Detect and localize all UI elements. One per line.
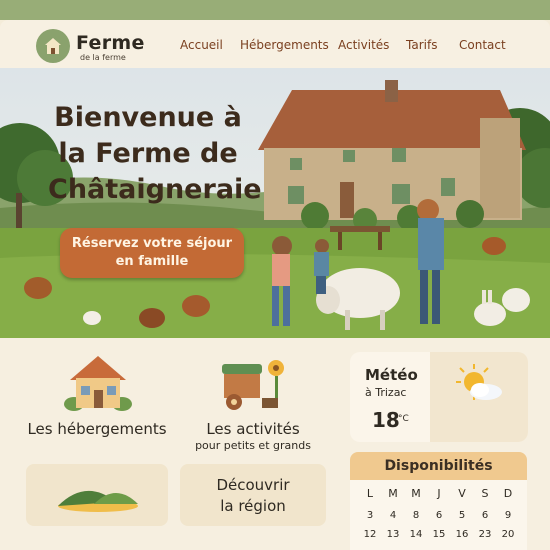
landscape-tile[interactable]	[26, 464, 168, 526]
cart-flower-icon	[222, 360, 284, 410]
weather-location: à Trizac	[365, 386, 407, 399]
calendar-day[interactable]: 14	[406, 529, 426, 540]
brand-subtitle: de la ferme	[80, 53, 126, 62]
lodging-label: Les hébergements	[27, 420, 167, 438]
calendar-day[interactable]: 6	[429, 510, 449, 521]
brand-title[interactable]: Ferme	[76, 32, 145, 54]
farm-logo-icon[interactable]	[36, 29, 70, 63]
nav-hebergements[interactable]: Hébergements	[240, 38, 329, 52]
activities-sublabel: pour petits et grands	[195, 439, 311, 452]
nav-accueil[interactable]: Accueil	[180, 38, 223, 52]
weather-temperature: 18	[372, 408, 400, 432]
hero-title-line-3: Châtaigneraie	[48, 174, 262, 205]
calendar-day[interactable]: 5	[452, 510, 472, 521]
weather-title: Météo	[365, 366, 418, 384]
activities-label: Les activités	[206, 420, 300, 438]
availability-header: Disponibilités	[350, 452, 527, 480]
discover-region-card[interactable]: Découvrir la région	[180, 464, 326, 526]
calendar-day[interactable]: 20	[498, 529, 518, 540]
day-of-week: J	[437, 487, 441, 500]
availability-title: Disponibilités	[384, 458, 493, 474]
hero-title-line-1: Bienvenue à	[54, 102, 242, 133]
activities-card[interactable]: Les activités pour petits et grands	[178, 348, 328, 458]
hero-section: Bienvenue à la Ferme de Châtaigneraie Ré…	[0, 68, 550, 338]
day-of-week: L	[366, 487, 374, 500]
calendar-day[interactable]: 13	[383, 529, 403, 540]
lodging-card[interactable]: Les hébergements	[22, 348, 172, 448]
calendar-day[interactable]: 23	[475, 529, 495, 540]
house-icon	[64, 356, 132, 411]
day-of-week: V	[458, 487, 466, 500]
site-header: Ferme de la ferme Accueil Hébergements A…	[0, 20, 550, 68]
calendar-day[interactable]: 3	[360, 510, 380, 521]
calendar-day[interactable]: 9	[498, 510, 518, 521]
day-of-week: M	[388, 487, 398, 500]
sun-cloud-icon	[456, 364, 502, 400]
hills-icon	[58, 490, 138, 512]
day-of-week: D	[503, 487, 513, 500]
hero-title-line-2: la Ferme de	[58, 138, 238, 169]
calendar-day[interactable]: 12	[360, 529, 380, 540]
calendar-day[interactable]: 6	[475, 510, 495, 521]
day-of-week: M	[411, 487, 421, 500]
calendar-day[interactable]: 15	[429, 529, 449, 540]
book-stay-button[interactable]: Réservez votre séjour en famille	[60, 228, 244, 278]
nav-contact[interactable]: Contact	[459, 38, 506, 52]
nav-tarifs[interactable]: Tarifs	[406, 38, 437, 52]
weather-unit: °C	[398, 414, 409, 424]
nav-activites[interactable]: Activités	[338, 38, 389, 52]
discover-line-1: Découvrir	[216, 476, 290, 494]
weather-icon-panel	[430, 352, 528, 442]
top-strip	[0, 0, 550, 20]
hero-title: Bienvenue à la Ferme de Châtaigneraie	[48, 100, 262, 208]
calendar-day[interactable]: 8	[406, 510, 426, 521]
discover-line-2: la région	[220, 497, 286, 515]
calendar-day[interactable]: 16	[452, 529, 472, 540]
day-of-week: S	[481, 487, 489, 500]
calendar-day[interactable]: 4	[383, 510, 403, 521]
book-stay-line-1: Réservez votre séjour	[71, 236, 233, 251]
book-stay-line-2: en famille	[115, 254, 189, 269]
